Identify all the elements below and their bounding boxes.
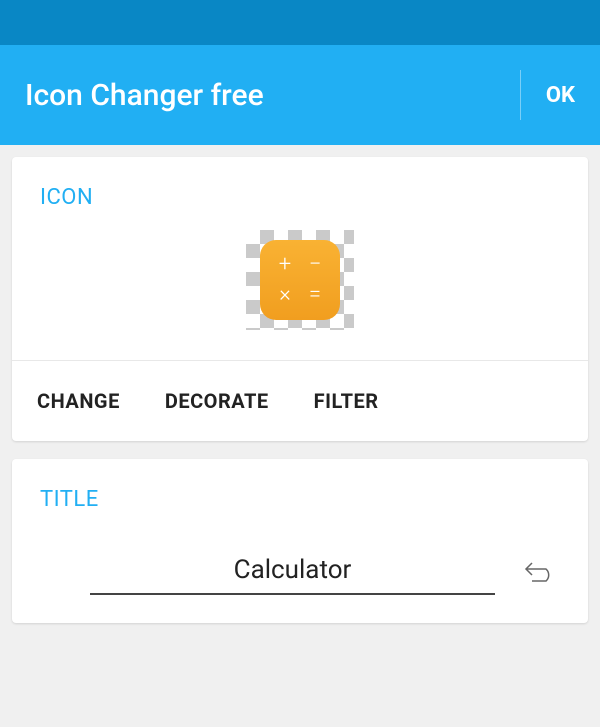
icon-preview-area: + − × = — [12, 210, 588, 360]
title-section-label: TITLE — [40, 487, 560, 512]
icon-card: ICON + − × = CHANGE DECORATE FILTER — [12, 157, 588, 441]
multiply-symbol: × — [272, 282, 298, 308]
undo-icon — [522, 557, 558, 585]
transparency-background: + − × = — [246, 230, 354, 330]
title-card: TITLE — [12, 459, 588, 623]
minus-symbol: − — [302, 252, 328, 278]
equals-symbol: = — [302, 282, 328, 308]
plus-symbol: + — [272, 252, 298, 278]
change-button[interactable]: CHANGE — [37, 389, 120, 413]
undo-button[interactable] — [520, 551, 560, 591]
icon-section-label: ICON — [12, 157, 588, 210]
app-bar: Icon Changer free OK — [0, 45, 600, 145]
content-area: ICON + − × = CHANGE DECORATE FILTER TITL… — [0, 145, 600, 653]
decorate-button[interactable]: DECORATE — [165, 389, 269, 413]
title-input-row — [40, 547, 560, 595]
title-input[interactable] — [90, 547, 495, 595]
ok-button[interactable]: OK — [520, 70, 575, 120]
filter-button[interactable]: FILTER — [314, 389, 379, 413]
status-bar — [0, 0, 600, 45]
app-title: Icon Changer free — [25, 78, 264, 113]
icon-action-row: CHANGE DECORATE FILTER — [12, 360, 588, 441]
calculator-icon[interactable]: + − × = — [260, 240, 340, 320]
